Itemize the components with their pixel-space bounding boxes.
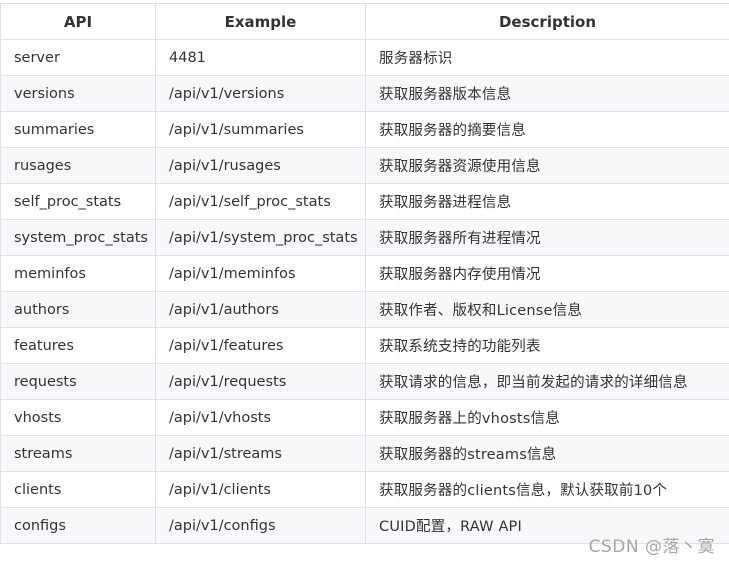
api-cell: features — [0, 327, 156, 364]
api-cell: requests — [0, 363, 156, 400]
table-row: server 4481 服务器标识 — [0, 39, 729, 76]
header-api: API — [0, 3, 156, 40]
api-cell: system_proc_stats — [0, 219, 156, 256]
table-row: requests/api/v1/requests 获取请求的信息，即当前发起的请求… — [0, 363, 729, 400]
description-cell: 获取服务器所有进程情况 — [365, 219, 729, 256]
table-row: meminfos/api/v1/meminfos 获取服务器内存使用情况 — [0, 255, 729, 292]
api-cell: streams — [0, 435, 156, 472]
table-row: rusages/api/v1/rusages 获取服务器资源使用信息 — [0, 147, 729, 184]
description-cell: 服务器标识 — [365, 39, 729, 76]
description-cell: 获取系统支持的功能列表 — [365, 327, 729, 364]
example-cell: /api/v1/requests — [155, 363, 366, 400]
table-row: self_proc_stats/api/v1/self_proc_stats 获取… — [0, 183, 729, 220]
api-cell: self_proc_stats — [0, 183, 156, 220]
api-cell: rusages — [0, 147, 156, 184]
api-cell: clients — [0, 471, 156, 508]
api-cell: authors — [0, 291, 156, 328]
table-row: vhosts/api/v1/vhosts 获取服务器上的vhosts信息 — [0, 399, 729, 436]
api-cell: configs — [0, 507, 156, 544]
table-header: API Example Description — [0, 3, 729, 40]
table-row: features/api/v1/features 获取系统支持的功能列表 — [0, 327, 729, 364]
example-cell: 4481 — [155, 39, 366, 76]
example-cell: /api/v1/summaries — [155, 111, 366, 148]
table-row: authors/api/v1/authors 获取作者、版权和License信息 — [0, 291, 729, 328]
description-cell: 获取服务器的streams信息 — [365, 435, 729, 472]
example-cell: /api/v1/features — [155, 327, 366, 364]
table-row: versions/api/v1/versions 获取服务器版本信息 — [0, 75, 729, 112]
description-cell: 获取服务器进程信息 — [365, 183, 729, 220]
header-example: Example — [155, 3, 366, 40]
table-row: streams/api/v1/streams 获取服务器的streams信息 — [0, 435, 729, 472]
description-cell: 获取服务器资源使用信息 — [365, 147, 729, 184]
csdn-watermark: CSDN @落丶寞 — [588, 537, 715, 557]
example-cell: /api/v1/streams — [155, 435, 366, 472]
example-cell: /api/v1/configs — [155, 507, 366, 544]
example-cell: /api/v1/vhosts — [155, 399, 366, 436]
description-cell: 获取作者、版权和License信息 — [365, 291, 729, 328]
example-cell: /api/v1/clients — [155, 471, 366, 508]
description-cell: 获取服务器内存使用情况 — [365, 255, 729, 292]
api-cell: summaries — [0, 111, 156, 148]
table-row: summaries/api/v1/summaries 获取服务器的摘要信息 — [0, 111, 729, 148]
table-body: server 4481 服务器标识 versions/api/v1/versions 获… — [0, 39, 729, 544]
example-cell: /api/v1/self_proc_stats — [155, 183, 366, 220]
description-cell: 获取服务器版本信息 — [365, 75, 729, 112]
api-cell: vhosts — [0, 399, 156, 436]
api-cell: versions — [0, 75, 156, 112]
example-cell: /api/v1/authors — [155, 291, 366, 328]
table-row: system_proc_stats/api/v1/system_proc_sta… — [0, 219, 729, 256]
example-cell: /api/v1/system_proc_stats — [155, 219, 366, 256]
example-cell: /api/v1/versions — [155, 75, 366, 112]
description-cell: 获取服务器的clients信息，默认获取前10个 — [365, 471, 729, 508]
example-cell: /api/v1/meminfos — [155, 255, 366, 292]
table-row: clients/api/v1/clients 获取服务器的clients信息，默认… — [0, 471, 729, 508]
example-cell: /api/v1/rusages — [155, 147, 366, 184]
description-cell: 获取服务器的摘要信息 — [365, 111, 729, 148]
header-row: API Example Description — [0, 3, 729, 40]
description-cell: 获取请求的信息，即当前发起的请求的详细信息 — [365, 363, 729, 400]
description-cell: 获取服务器上的vhosts信息 — [365, 399, 729, 436]
header-description: Description — [365, 3, 729, 40]
api-cell: meminfos — [0, 255, 156, 292]
api-cell: server — [0, 39, 156, 76]
api-table: API Example Description server 4481 服务器标识 v… — [0, 3, 729, 544]
